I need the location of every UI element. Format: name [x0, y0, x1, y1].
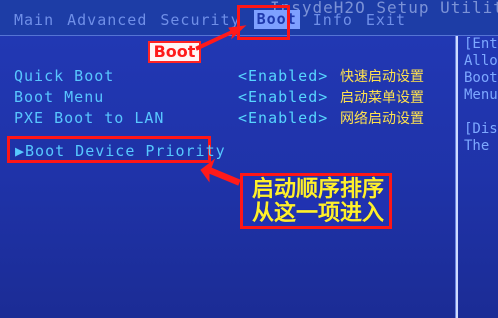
help-panel-text: [Ent Allo Boot Menu [Dis The — [464, 36, 498, 154]
quick-boot-value[interactable]: <Enabled> — [238, 67, 334, 85]
quick-boot-row[interactable]: Quick Boot <Enabled> 快速启动设置 — [14, 66, 444, 86]
boot-priority-callout: 启动顺序排序 从这一项进入 — [240, 173, 392, 229]
menu-main[interactable]: Main — [14, 11, 54, 29]
menu-exit[interactable]: Exit — [366, 11, 406, 29]
boot-menu-label: Boot Menu — [14, 88, 105, 106]
boot-device-priority-item[interactable]: ▶Boot Device Priority — [15, 142, 226, 160]
boot-menu-note: 启动菜单设置 — [340, 90, 424, 106]
pxe-boot-value[interactable]: <Enabled> — [238, 109, 334, 127]
menu-security[interactable]: Security — [160, 11, 240, 29]
bios-screen: InsydeH2O Setup Utility Main Advanced Se… — [0, 0, 498, 318]
menu-info[interactable]: Info — [313, 11, 353, 29]
boot-menu-highlight-box — [237, 5, 290, 40]
callout-line-2: 从这一项进入 — [252, 201, 385, 226]
quick-boot-note: 快速启动设置 — [340, 69, 424, 85]
boot-menu-row[interactable]: Boot Menu <Enabled> 启动菜单设置 — [14, 87, 444, 107]
pxe-boot-label: PXE Boot to LAN — [14, 109, 165, 127]
main-menu: Main Advanced Security Boot Info Exit — [14, 10, 406, 29]
menu-advanced[interactable]: Advanced — [67, 11, 147, 29]
pxe-boot-row[interactable]: PXE Boot to LAN <Enabled> 网络启动设置 — [14, 108, 444, 128]
quick-boot-label: Quick Boot — [14, 67, 115, 85]
callout-line-1: 启动顺序排序 — [252, 177, 385, 202]
pxe-boot-note: 网络启动设置 — [340, 111, 424, 127]
boot-menu-value[interactable]: <Enabled> — [238, 88, 334, 106]
